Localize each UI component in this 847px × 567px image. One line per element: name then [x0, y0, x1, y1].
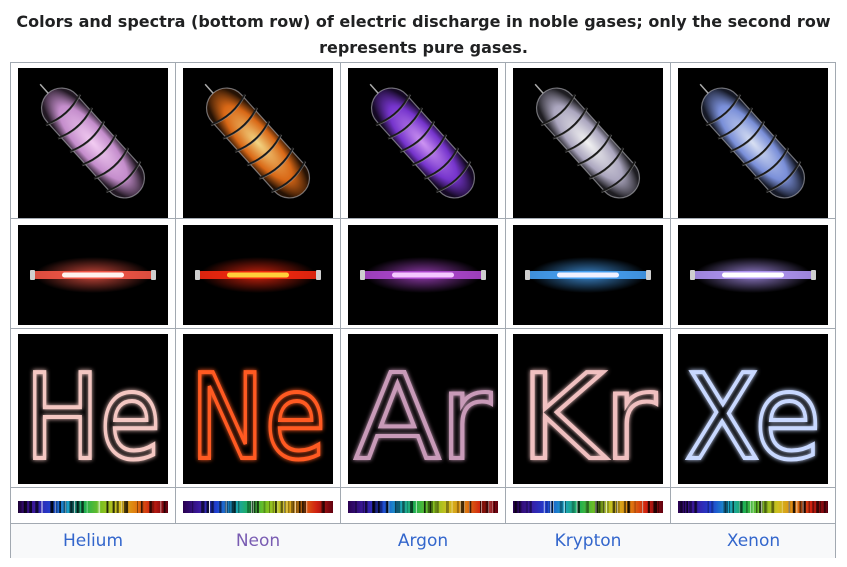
row-divider	[11, 218, 835, 219]
gas-link-helium[interactable]: Helium	[11, 524, 175, 558]
gas-link-xenon[interactable]: Xenon	[671, 524, 836, 558]
element-symbol-photo-helium[interactable]: He	[18, 334, 168, 484]
discharge-tube-photo-neon[interactable]	[183, 68, 333, 218]
gas-link-argon[interactable]: Argon	[341, 524, 505, 558]
element-symbol-photo-krypton[interactable]: Kr	[513, 334, 663, 484]
discharge-tube-photo-xenon[interactable]	[678, 68, 828, 218]
element-symbol: Ne	[190, 348, 326, 484]
pure-gas-tube-photo-neon[interactable]	[183, 225, 333, 325]
discharge-tube-photo-argon[interactable]	[348, 68, 498, 218]
spectrum-strip-neon[interactable]	[183, 501, 333, 513]
row-divider	[11, 328, 835, 329]
gas-link-neon[interactable]: Neon	[176, 524, 340, 558]
element-symbol: Xe	[685, 348, 821, 484]
element-symbol: He	[25, 348, 161, 484]
element-symbol-photo-argon[interactable]: Ar	[348, 334, 498, 484]
pure-gas-tube-photo-helium[interactable]	[18, 225, 168, 325]
pure-gas-tube-photo-krypton[interactable]	[513, 225, 663, 325]
element-symbol: Ar	[355, 348, 491, 484]
column-divider	[340, 63, 341, 557]
element-symbol: Kr	[520, 348, 657, 484]
row-divider	[11, 487, 835, 488]
pure-gas-tube-photo-xenon[interactable]	[678, 225, 828, 325]
column-divider	[505, 63, 506, 557]
discharge-tube-photo-krypton[interactable]	[513, 68, 663, 218]
column-divider	[670, 63, 671, 557]
element-symbol-photo-neon[interactable]: Ne	[183, 334, 333, 484]
pure-gas-tube-photo-argon[interactable]	[348, 225, 498, 325]
gas-link-krypton[interactable]: Krypton	[506, 524, 670, 558]
noble-gas-table: He Helium Ne Neon Ar Argon Kr Krypton Xe…	[10, 62, 836, 558]
spectrum-strip-krypton[interactable]	[513, 501, 663, 513]
table-caption: Colors and spectra (bottom row) of elect…	[16, 12, 831, 57]
element-symbol-photo-xenon[interactable]: Xe	[678, 334, 828, 484]
discharge-tube-photo-helium[interactable]	[18, 68, 168, 218]
column-divider	[175, 63, 176, 557]
spectrum-strip-argon[interactable]	[348, 501, 498, 513]
spectrum-strip-xenon[interactable]	[678, 501, 828, 513]
spectrum-strip-helium[interactable]	[18, 501, 168, 513]
